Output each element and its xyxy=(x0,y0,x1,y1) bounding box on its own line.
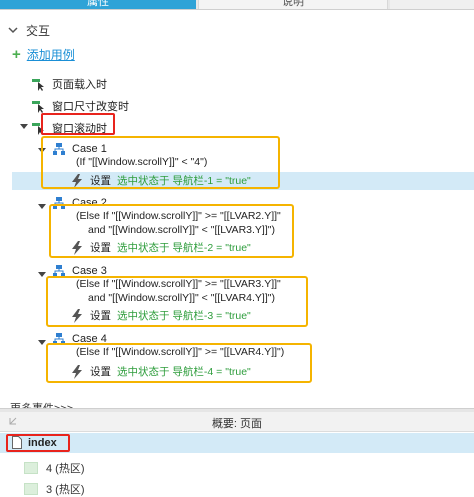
event-label: 页面载入时 xyxy=(52,79,107,91)
expand-triangle-icon[interactable] xyxy=(38,204,46,209)
expand-triangle-icon[interactable] xyxy=(38,272,46,277)
plus-icon: + xyxy=(12,45,21,63)
outline-item[interactable]: 3 (热区) xyxy=(24,481,85,497)
section-title: 交互 xyxy=(26,23,51,38)
red-highlight-box xyxy=(6,434,70,452)
expand-triangle-icon[interactable] xyxy=(38,340,46,345)
outline-panel-header: 概要: 页面 xyxy=(0,412,474,432)
expand-triangle-icon[interactable] xyxy=(20,124,28,129)
orange-highlight-box xyxy=(49,204,294,258)
red-highlight-box xyxy=(41,113,115,135)
outline-item-label: 3 (热区) xyxy=(46,484,85,496)
event-cursor-icon xyxy=(32,101,44,113)
orange-highlight-box xyxy=(46,343,312,383)
interaction-section-header[interactable]: 交互 xyxy=(8,22,50,38)
hotspot-icon xyxy=(24,462,38,474)
orange-highlight-box xyxy=(41,136,280,189)
outline-item-label: 4 (热区) xyxy=(46,463,85,475)
tab-properties[interactable]: 属性 xyxy=(0,0,196,9)
outline-panel-title: 概要: 页面 xyxy=(211,418,263,430)
outline-root-row[interactable]: index xyxy=(0,433,474,453)
panel-tab-bar: 属性 说明 xyxy=(0,0,474,10)
hotspot-icon xyxy=(24,483,38,495)
event-label: 窗口尺寸改变时 xyxy=(52,101,129,113)
add-case-control[interactable]: + 添加用例 xyxy=(12,46,75,63)
outline-item[interactable]: 4 (热区) xyxy=(24,460,85,476)
tab-extra xyxy=(390,0,474,9)
event-window-resize[interactable]: 窗口尺寸改变时 xyxy=(32,98,129,114)
tab-notes[interactable]: 说明 xyxy=(198,0,388,9)
chevron-down-icon[interactable] xyxy=(8,25,18,35)
event-cursor-icon xyxy=(32,79,44,91)
add-case-link[interactable]: 添加用例 xyxy=(27,46,75,63)
event-page-load[interactable]: 页面载入时 xyxy=(32,76,107,92)
orange-highlight-box xyxy=(46,276,308,327)
